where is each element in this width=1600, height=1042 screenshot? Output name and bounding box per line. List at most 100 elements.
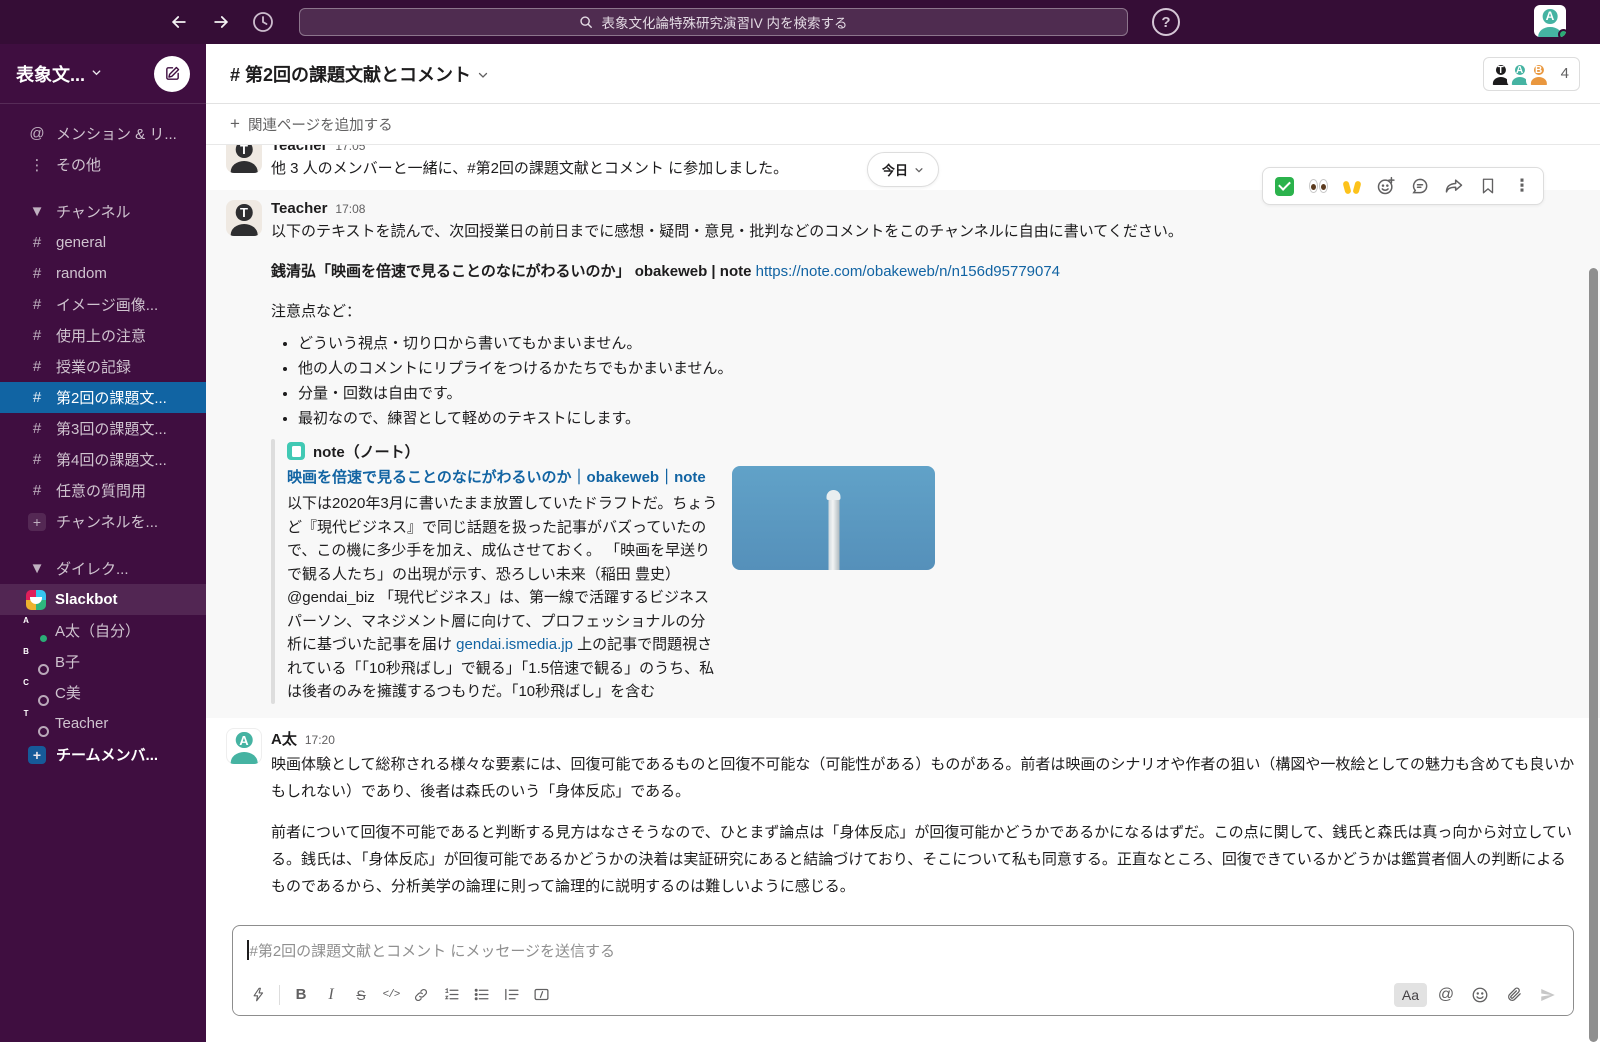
dm-section-header[interactable]: ▼ ダイレク... xyxy=(0,553,206,584)
add-channel-button[interactable]: + チャンネルを... xyxy=(0,506,206,537)
dm-label: B子 xyxy=(55,651,80,672)
emoji-picker-button[interactable] xyxy=(1465,981,1495,1009)
tower-photo-shape xyxy=(828,498,839,570)
user-avatar: A xyxy=(1534,5,1566,37)
hash-icon: # xyxy=(26,296,48,313)
message-composer[interactable]: #第2回の課題文献とコメント にメッセージを送信する B I S </> xyxy=(232,925,1574,1016)
message-timestamp[interactable]: 17:08 xyxy=(335,202,365,216)
history-forward-button[interactable] xyxy=(208,9,234,35)
divider xyxy=(279,985,280,1005)
message-sender[interactable]: A太 xyxy=(271,728,297,749)
workspace-header[interactable]: 表象文... xyxy=(0,44,206,104)
hash-icon: # xyxy=(26,327,48,344)
message-sender[interactable]: Teacher xyxy=(271,145,327,154)
unfurl-title-link[interactable]: 映画を倍速で見ることのなにがわるいのか｜obakeweb｜note xyxy=(287,469,706,486)
sidebar-channel-image[interactable]: #イメージ画像... xyxy=(0,289,206,320)
blockquote-button[interactable] xyxy=(496,981,526,1009)
search-icon xyxy=(579,15,593,29)
message-input[interactable]: #第2回の課題文献とコメント にメッセージを送信する xyxy=(233,926,1573,974)
sidebar-dm-bko[interactable]: B B子 xyxy=(0,646,206,677)
reply-in-thread-button[interactable] xyxy=(1405,172,1435,200)
mention-button[interactable]: @ xyxy=(1431,981,1461,1009)
link-button[interactable] xyxy=(406,981,436,1009)
strikethrough-button[interactable]: S xyxy=(346,981,376,1009)
sidebar-channel-general[interactable]: #general xyxy=(0,227,206,258)
attach-file-button[interactable] xyxy=(1499,981,1529,1009)
white-check-mark-emoji-icon xyxy=(1275,177,1294,196)
thread-icon xyxy=(1410,176,1430,196)
article-url-link[interactable]: https://note.com/obakeweb/n/n156d9577907… xyxy=(756,263,1060,280)
hash-icon: # xyxy=(26,358,48,375)
share-message-button[interactable] xyxy=(1439,172,1469,200)
shortcuts-button[interactable] xyxy=(243,981,273,1009)
message-timestamp[interactable]: 17:05 xyxy=(335,145,365,153)
message-text: 銭清弘「映画を倍速で見ることのなにがわるいのか」 obakeweb | note… xyxy=(271,259,1580,285)
date-divider-button[interactable]: 今日 xyxy=(867,152,939,187)
sidebar-item-label: メンション & リ... xyxy=(56,123,177,144)
history-menu-button[interactable] xyxy=(250,9,276,35)
unfurl-description: 以下は2020年3月に書いたまま放置していたドラフトだ。ちょうど『現代ビジネス』… xyxy=(287,492,720,704)
sidebar-dm-cmi[interactable]: C C美 xyxy=(0,677,206,708)
code-block-icon xyxy=(533,986,550,1003)
gendai-link[interactable]: gendai.ismedia.jp xyxy=(456,636,573,653)
unfurl-thumbnail-image[interactable] xyxy=(732,466,935,570)
add-reaction-button[interactable] xyxy=(1371,172,1401,200)
ordered-list-button[interactable] xyxy=(436,981,466,1009)
code-block-button[interactable] xyxy=(526,981,556,1009)
sidebar-item-more[interactable]: ⋮ その他 xyxy=(0,149,206,180)
more-actions-button[interactable]: ⋮ xyxy=(1507,172,1537,200)
lightning-bolt-icon xyxy=(251,987,266,1002)
search-input[interactable]: 表象文化論特殊研究演習IV 内を検索する xyxy=(299,8,1128,36)
bulleted-list-button[interactable] xyxy=(466,981,496,1009)
channels-section-header[interactable]: ▼ チャンネル xyxy=(0,196,206,227)
dm-label: Slackbot xyxy=(55,591,118,608)
quick-reaction-eyes-button[interactable] xyxy=(1303,172,1333,200)
sidebar-channel-class-records[interactable]: # 授業の記録 xyxy=(0,351,206,382)
quick-reaction-white-check-mark-button[interactable] xyxy=(1269,172,1299,200)
message-text: 以下のテキストを読んで、次回授業日の前日までに感想・疑問・意見・批判などのコメン… xyxy=(271,219,1580,245)
send-message-button[interactable] xyxy=(1533,981,1563,1009)
save-for-later-button[interactable] xyxy=(1473,172,1503,200)
scrollbar-thumb[interactable] xyxy=(1589,268,1598,1042)
channel-title-button[interactable]: # 第2回の課題文献とコメント xyxy=(230,61,489,87)
slack-app: 表象文化論特殊研究演習IV 内を検索する ? A 表象文... @ メンション … xyxy=(0,0,1600,1042)
sidebar-channel-session3[interactable]: #第3回の課題文... xyxy=(0,413,206,444)
bold-button[interactable]: B xyxy=(286,981,316,1009)
main-pane: # 第2回の課題文献とコメント T A B 4 + 関連ページを追加する T T… xyxy=(206,44,1600,1042)
sidebar-channel-session4[interactable]: #第4回の課題文... xyxy=(0,444,206,475)
inline-code-button[interactable]: </> xyxy=(376,981,406,1009)
new-message-button[interactable] xyxy=(154,56,190,92)
avatar[interactable]: T xyxy=(226,145,262,173)
sidebar-channel-random[interactable]: #random xyxy=(0,258,206,289)
channel-label: 授業の記録 xyxy=(56,356,131,377)
formatting-toggle-button[interactable]: Aa xyxy=(1394,983,1427,1007)
message-sender[interactable]: Teacher xyxy=(271,200,327,217)
text-cursor xyxy=(247,940,249,960)
hash-icon: # xyxy=(26,482,48,499)
sidebar-dm-self[interactable]: A A太（自分） xyxy=(0,615,206,646)
date-label: 今日 xyxy=(882,160,908,179)
user-menu-button[interactable]: A xyxy=(1534,5,1566,37)
hash-icon: # xyxy=(26,265,48,282)
sidebar-dm-teacher[interactable]: T Teacher xyxy=(0,708,206,739)
sidebar-dm-slackbot[interactable]: Slackbot xyxy=(0,584,206,615)
avatar[interactable]: T xyxy=(226,200,262,236)
help-button[interactable]: ? xyxy=(1152,8,1180,36)
presence-offline-indicator xyxy=(38,726,49,737)
channel-members-button[interactable]: T A B 4 xyxy=(1483,57,1580,91)
invite-team-members-button[interactable]: + チームメンバ... xyxy=(0,739,206,770)
sidebar-channel-session2-selected[interactable]: #第2回の課題文... xyxy=(0,382,206,413)
add-reaction-icon xyxy=(1376,176,1396,196)
add-canvas-tab-button[interactable]: + 関連ページを追加する xyxy=(206,104,1600,145)
sidebar-channel-usage-notes[interactable]: #使用上の注意 xyxy=(0,320,206,351)
bullet-item: 他の人のコメントにリプライをつけるかたちでもかまいません。 xyxy=(298,356,1580,381)
emoji-icon xyxy=(1471,986,1489,1004)
history-back-button[interactable] xyxy=(166,9,192,35)
message-timestamp[interactable]: 17:20 xyxy=(305,733,335,747)
sidebar-item-mentions[interactable]: @ メンション & リ... xyxy=(0,118,206,149)
sidebar-channel-questions[interactable]: #任意の質問用 xyxy=(0,475,206,506)
quick-reaction-raised-hands-button[interactable] xyxy=(1337,172,1367,200)
compose-icon xyxy=(164,65,181,82)
italic-button[interactable]: I xyxy=(316,981,346,1009)
avatar[interactable]: A xyxy=(226,728,262,764)
